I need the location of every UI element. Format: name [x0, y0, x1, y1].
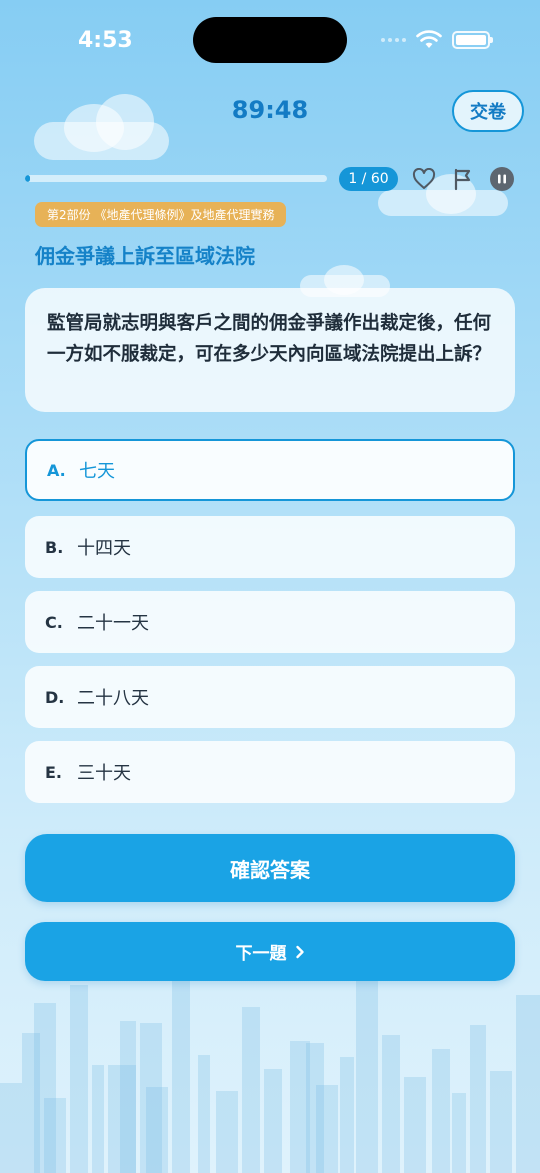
topic-title: 佣金爭議上訴至區域法院 [35, 244, 255, 268]
question-counter: 1 / 60 [339, 167, 398, 191]
option-text: 二十八天 [77, 688, 149, 709]
option-text: 十四天 [77, 538, 131, 559]
answer-option-c[interactable]: C. 二十一天 [25, 591, 515, 653]
submit-exam-button[interactable]: 交卷 [452, 90, 524, 132]
next-question-button[interactable]: 下一題 [25, 922, 515, 981]
question-text: 監管局就志明與客戶之間的佣金爭議作出裁定後，任何一方如不服裁定，可在多少天內向區… [47, 313, 492, 365]
pause-icon[interactable] [490, 167, 514, 191]
confirm-answer-label: 確認答案 [230, 857, 310, 882]
answer-option-a[interactable]: A. 七天 [25, 439, 515, 501]
battery-icon [452, 31, 493, 49]
answer-option-b[interactable]: B. 十四天 [25, 516, 515, 578]
question-card: 監管局就志明與客戶之間的佣金爭議作出裁定後，任何一方如不服裁定，可在多少天內向區… [25, 288, 515, 412]
section-badge: 第2部份 《地產代理條例》及地產代理實務 [35, 202, 287, 227]
option-text: 三十天 [77, 763, 131, 784]
cellular-signal-icon [381, 38, 406, 42]
status-bar-time: 4:53 [78, 28, 133, 53]
cloud-decoration [34, 94, 169, 160]
progress-bar-fill [25, 175, 31, 182]
option-letter: E. [45, 762, 63, 782]
next-question-label: 下一題 [235, 944, 287, 964]
progress-bar [25, 175, 327, 182]
option-letter: A. [47, 460, 66, 480]
answer-option-d[interactable]: D. 二十八天 [25, 666, 515, 728]
city-skyline-decoration [0, 973, 540, 1173]
answer-option-e[interactable]: E. 三十天 [25, 741, 515, 803]
option-letter: D. [45, 687, 65, 707]
status-bar-indicators [381, 30, 493, 50]
option-text: 二十一天 [77, 613, 149, 634]
wifi-icon [416, 30, 442, 48]
option-letter: C. [45, 612, 63, 632]
option-text: 七天 [79, 461, 115, 482]
dynamic-island [193, 17, 347, 63]
confirm-answer-button[interactable]: 確認答案 [25, 834, 515, 902]
option-letter: B. [45, 537, 64, 557]
cloud-decoration [378, 174, 508, 216]
flag-icon[interactable] [450, 166, 476, 192]
chevron-right-icon [295, 945, 304, 958]
heart-icon[interactable] [411, 166, 437, 192]
